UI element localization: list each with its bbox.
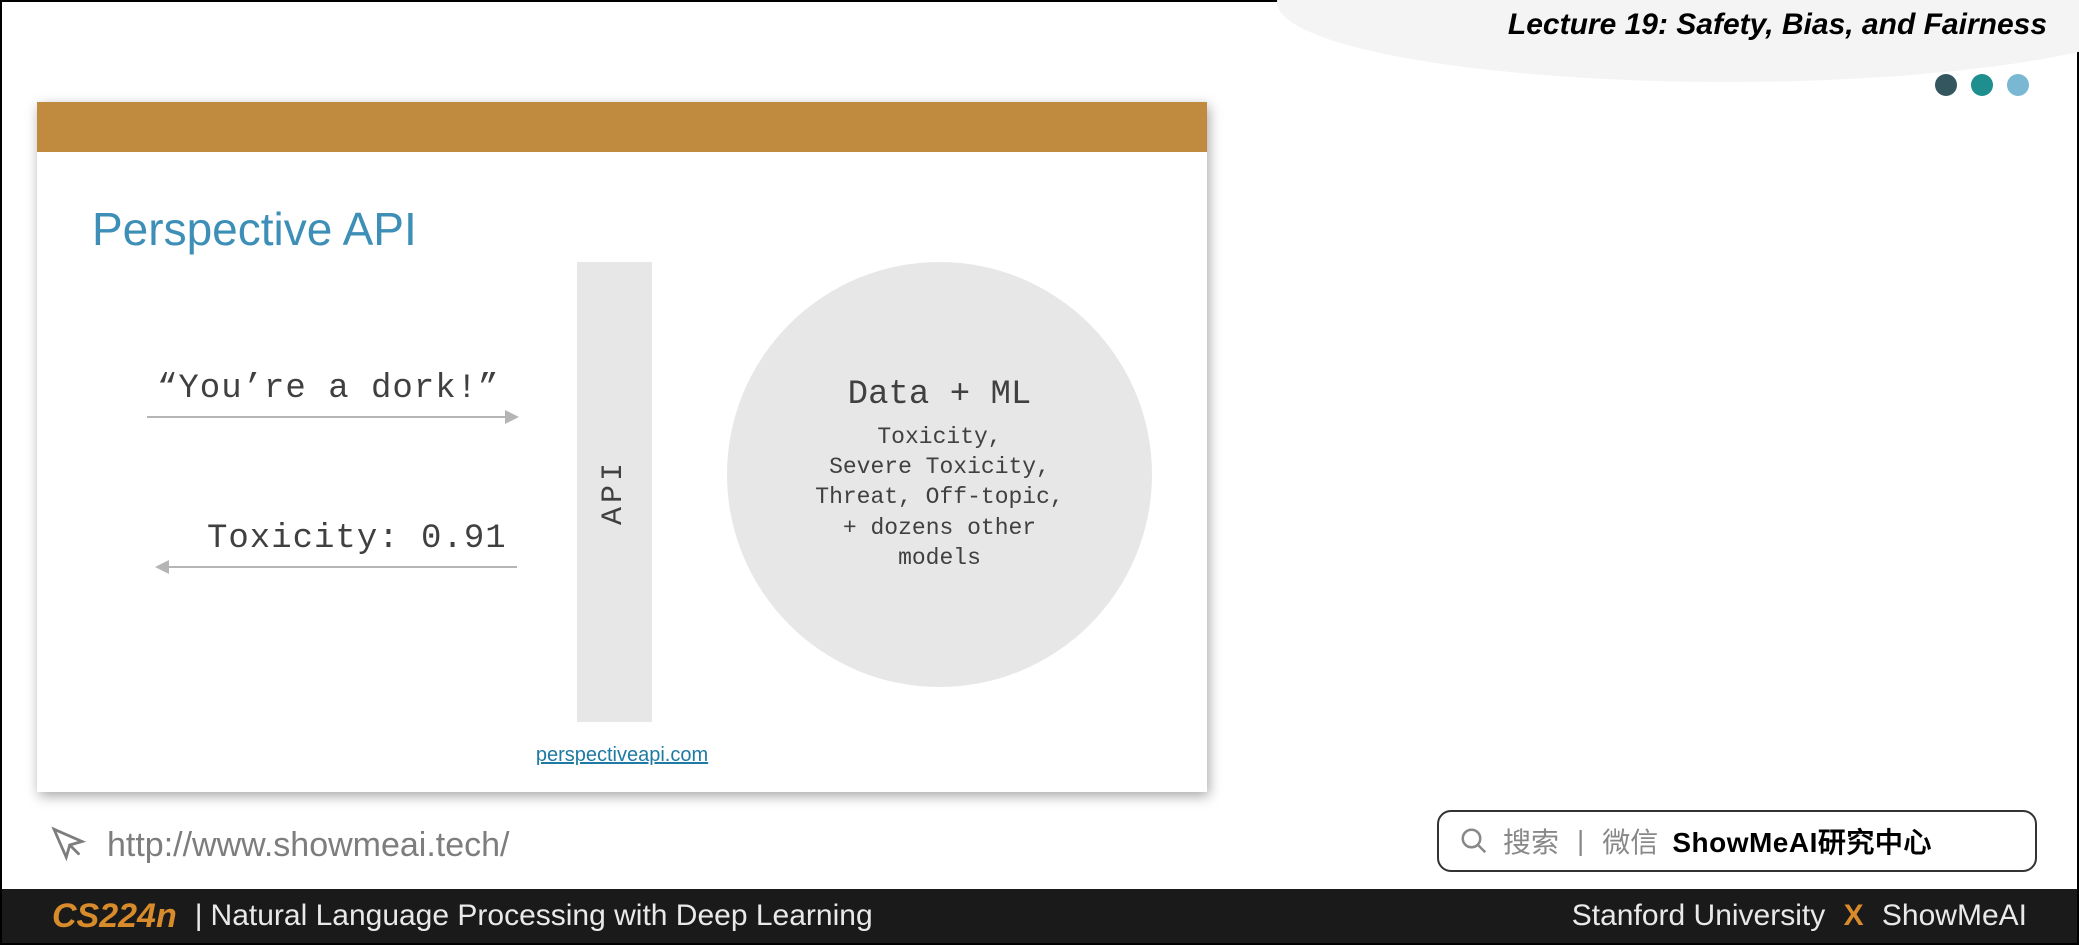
dot-2 [1971,74,1993,96]
footer-x: X [1844,899,1864,932]
site-url[interactable]: http://www.showmeai.tech/ [107,826,510,865]
example-output-text: Toxicity: 0.91 [207,520,507,558]
lecture-title: Lecture 19: Safety, Bias, and Fairness [1508,8,2047,42]
ml-circle: Data + ML Toxicity, Severe Toxicity, Thr… [727,262,1152,687]
slide-card: Perspective API “You’re a dork!” Toxicit… [37,102,1207,792]
api-box-label: API [597,459,631,525]
slide-topbar [37,102,1207,152]
search-brand: ShowMeAI研究中心 [1672,821,1932,861]
footer-partner: ShowMeAI [1882,899,2027,932]
ml-circle-title: Data + ML [848,376,1032,414]
footer-org: Stanford University [1572,899,1825,932]
ml-circle-body: Toxicity, Severe Toxicity, Threat, Off-t… [815,422,1063,574]
search-icon [1459,826,1489,856]
decorative-dots [1935,74,2029,96]
dot-1 [1935,74,1957,96]
example-input-text: “You’re a dork!” [157,370,499,408]
arrow-left-icon [157,566,517,568]
slide-source-url[interactable]: perspectiveapi.com [37,744,1207,767]
course-name: Natural Language Processing with Deep Le… [211,899,873,933]
search-hint-2: 微信 [1602,821,1658,861]
api-box: API [577,262,652,722]
arrow-right-icon [147,416,517,418]
search-divider: | [1573,825,1588,857]
slide-title: Perspective API [92,202,417,256]
search-hint-1: 搜索 [1503,821,1559,861]
footer-right: Stanford University X ShowMeAI [1572,899,2027,933]
footer-pipe: | [195,899,203,933]
footer-bar: CS224n | Natural Language Processing wit… [2,889,2077,943]
search-pill[interactable]: 搜索 | 微信 ShowMeAI研究中心 [1437,810,2037,872]
course-code: CS224n [52,897,177,936]
link-row: http://www.showmeai.tech/ [47,824,510,866]
cursor-icon [47,824,89,866]
dot-3 [2007,74,2029,96]
